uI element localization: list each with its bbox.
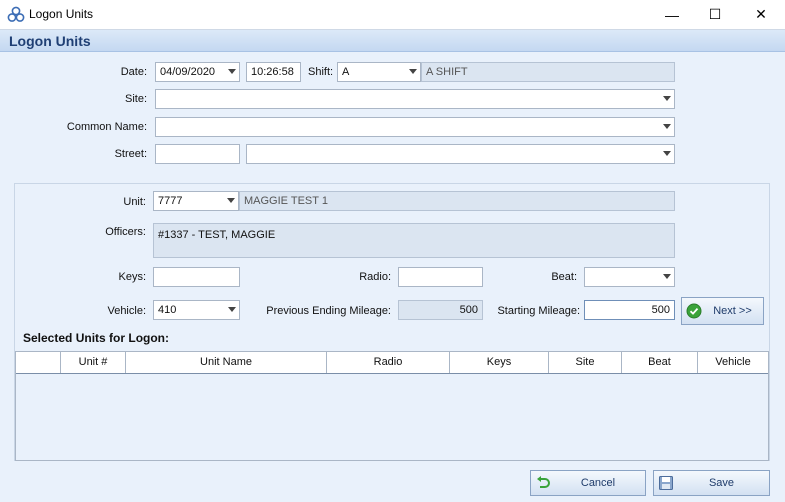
officers-value: #1337 - TEST, MAGGIE: [158, 229, 276, 241]
cancel-button[interactable]: Cancel: [530, 470, 646, 496]
unit-value: 7777: [158, 195, 183, 207]
beat-select[interactable]: [584, 267, 675, 287]
table-header: Unit # Unit Name Radio Keys Site Beat Ve…: [16, 352, 768, 374]
radio-input[interactable]: [398, 267, 483, 287]
site-label: Site:: [124, 93, 147, 105]
column-header-beat[interactable]: Beat: [622, 352, 698, 373]
keys-label: Keys:: [118, 271, 146, 283]
chevron-down-icon[interactable]: [228, 69, 236, 74]
unit-label: Unit:: [123, 196, 146, 208]
minimize-icon: —: [665, 6, 679, 23]
next-label: Next >>: [713, 305, 752, 317]
shift-label: Shift:: [308, 66, 334, 78]
start-mileage-input[interactable]: 500: [584, 300, 675, 320]
radio-label: Radio:: [359, 271, 391, 283]
maximize-icon: ☐: [708, 6, 722, 22]
shift-description: A SHIFT: [421, 62, 675, 82]
prev-mileage-value: 500: [459, 304, 478, 316]
save-label: Save: [708, 477, 735, 489]
site-select[interactable]: [155, 89, 675, 109]
form-header: Logon Units: [0, 29, 785, 52]
window-title: Logon Units: [29, 7, 94, 21]
unit-select[interactable]: 7777: [153, 191, 239, 211]
column-header-radio[interactable]: Radio: [327, 352, 450, 373]
chevron-down-icon[interactable]: [663, 151, 671, 156]
chevron-down-icon[interactable]: [663, 124, 671, 129]
chevron-down-icon[interactable]: [409, 69, 417, 74]
column-header-keys[interactable]: Keys: [450, 352, 549, 373]
street-name-select[interactable]: [246, 144, 675, 164]
close-button[interactable]: ✕: [739, 0, 783, 29]
shift-desc-value: A SHIFT: [426, 66, 468, 78]
start-mileage-label: Starting Mileage:: [497, 305, 580, 317]
chevron-down-icon[interactable]: [663, 274, 671, 279]
shift-select[interactable]: A: [337, 62, 421, 82]
officers-display: #1337 - TEST, MAGGIE: [153, 223, 675, 258]
chevron-down-icon[interactable]: [663, 96, 671, 101]
column-header-selector: [16, 352, 61, 373]
check-circle-icon: [686, 303, 702, 319]
column-header-unit-number[interactable]: Unit #: [61, 352, 126, 373]
officers-label: Officers:: [105, 226, 146, 238]
close-icon: ✕: [755, 6, 767, 22]
date-picker[interactable]: 04/09/2020: [155, 62, 240, 82]
beat-label: Beat:: [551, 271, 577, 283]
vehicle-value: 410: [158, 304, 177, 316]
vehicle-select[interactable]: 410: [153, 300, 240, 320]
keys-input[interactable]: [153, 267, 240, 287]
minimize-button[interactable]: —: [650, 0, 694, 29]
date-value: 04/09/2020: [160, 66, 216, 78]
time-value: 10:26:58: [251, 66, 294, 78]
unit-name-value: MAGGIE TEST 1: [244, 195, 328, 207]
column-header-site[interactable]: Site: [549, 352, 622, 373]
time-field[interactable]: 10:26:58: [246, 62, 301, 82]
start-mileage-value: 500: [651, 304, 670, 316]
column-header-unit-name[interactable]: Unit Name: [126, 352, 327, 373]
prev-mileage-label: Previous Ending Mileage:: [266, 305, 391, 317]
maximize-button[interactable]: ☐: [693, 0, 737, 29]
selected-units-title: Selected Units for Logon:: [23, 331, 170, 345]
save-button[interactable]: Save: [653, 470, 770, 496]
undo-arrow-icon: [537, 476, 550, 488]
cancel-label: Cancel: [580, 477, 616, 489]
shift-value: A: [342, 66, 350, 78]
column-header-vehicle[interactable]: Vehicle: [698, 352, 768, 373]
common-name-select[interactable]: [155, 117, 675, 137]
street-number-input[interactable]: [155, 144, 240, 164]
next-button[interactable]: Next >>: [681, 297, 764, 325]
page-title: Logon Units: [9, 33, 91, 49]
unit-name-display: MAGGIE TEST 1: [239, 191, 675, 211]
selected-units-table[interactable]: Unit # Unit Name Radio Keys Site Beat Ve…: [15, 351, 769, 461]
common-name-label: Common Name:: [66, 121, 147, 133]
floppy-disk-icon: [659, 476, 673, 490]
chevron-down-icon[interactable]: [227, 198, 235, 203]
app-logo-icon: [7, 6, 25, 22]
street-label: Street:: [114, 148, 147, 160]
vehicle-label: Vehicle:: [107, 305, 146, 317]
prev-mileage-display: 500: [398, 300, 483, 320]
date-label: Date:: [120, 66, 147, 78]
chevron-down-icon[interactable]: [228, 307, 236, 312]
